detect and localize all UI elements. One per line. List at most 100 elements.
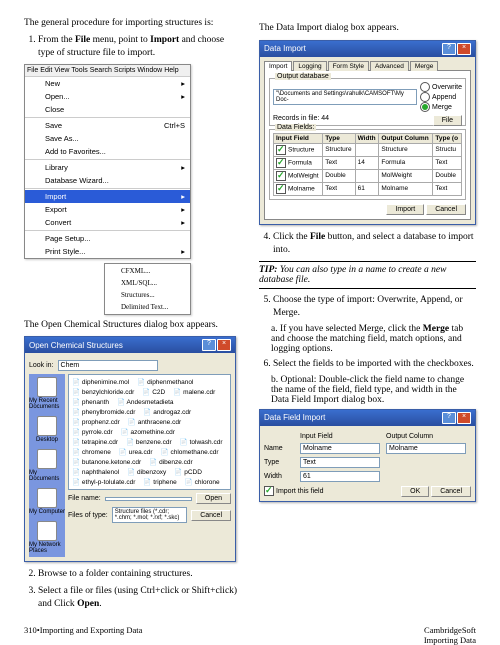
dfi-inname[interactable]: Molname: [300, 443, 380, 454]
file-item[interactable]: 📄 benzene.cdr: [126, 438, 172, 446]
menu-addfav[interactable]: Add to Favorites...: [25, 145, 190, 158]
sub-xmlsql[interactable]: XML/SQL...: [105, 277, 190, 289]
places-desktop[interactable]: Desktop: [36, 416, 58, 443]
table-row[interactable]: StructureStructureStructureStructu: [274, 143, 462, 156]
sub-cfxml[interactable]: CFXML...: [105, 265, 190, 277]
file-item[interactable]: 📄 urea.cdr: [119, 448, 153, 456]
tip: TIP: You can also type in a name to crea…: [259, 261, 476, 289]
dfi-type[interactable]: Text: [300, 457, 380, 468]
file-item[interactable]: 📄 phenylbromide.cdr: [72, 408, 135, 416]
menu-pagesetup[interactable]: Page Setup...: [25, 232, 190, 245]
file-item[interactable]: 📄 pyrrole.cdr: [72, 428, 113, 436]
tab-formstyle[interactable]: Form Style: [328, 61, 369, 71]
dimp-title: Data Import: [264, 44, 306, 53]
step-2: Browse to a folder containing structures…: [38, 568, 241, 581]
close-icon[interactable]: ×: [217, 339, 231, 351]
step-3: Select a file or files (using Ctrl+click…: [38, 585, 241, 611]
open-cancel-button[interactable]: Cancel: [191, 510, 231, 521]
file-menu: FileEditViewToolsSearchScriptsWindowHelp…: [24, 64, 191, 259]
tab-import[interactable]: Import: [264, 61, 292, 71]
menu-close[interactable]: Close: [25, 103, 190, 116]
filename-field[interactable]: [105, 497, 192, 501]
table-row[interactable]: FormulaText14FormulaText: [274, 156, 462, 169]
menu-library[interactable]: Library▸: [25, 161, 190, 174]
file-item[interactable]: 📄 butanone.ketone.cdr: [72, 458, 141, 466]
tab-merge[interactable]: Merge: [410, 61, 438, 71]
file-item[interactable]: 📄 C2D: [142, 388, 165, 396]
file-item[interactable]: 📄 diphenimine.mol: [72, 378, 129, 386]
file-item[interactable]: 📄 ethyl-p-tolulate.cdr: [72, 478, 135, 486]
help-icon[interactable]: ?: [202, 339, 216, 351]
file-item[interactable]: 📄 diphenmethanol: [137, 378, 193, 386]
import-mode-radios: Overwrite Append Merge: [420, 82, 462, 112]
file-item[interactable]: 📄 pCDD: [174, 468, 202, 476]
places-recent[interactable]: My Recent Documents: [29, 377, 65, 410]
menu-dbwizard[interactable]: Database Wizard...: [25, 174, 190, 187]
dimp-close-icon[interactable]: ×: [457, 43, 471, 55]
file-button[interactable]: File: [433, 115, 462, 126]
open-button[interactable]: Open: [196, 493, 231, 504]
dfi-outname[interactable]: Molname: [386, 443, 466, 454]
dimp-cancel-button[interactable]: Cancel: [426, 204, 466, 215]
caption-open: The Open Chemical Structures dialog box …: [24, 319, 241, 332]
dfi-title: Data Field Import: [264, 413, 325, 422]
dfi-width[interactable]: 61: [300, 471, 380, 482]
file-item[interactable]: 📄 naphthalenol: [72, 468, 119, 476]
file-item[interactable]: 📄 dibenze.cdr: [149, 458, 193, 466]
file-item[interactable]: 📄 Andesmetadieta: [117, 398, 174, 406]
file-item[interactable]: 📄 benzylchloride.cdr: [72, 388, 134, 396]
menu-export[interactable]: Export▸: [25, 203, 190, 216]
import-field-checkbox[interactable]: [264, 486, 274, 496]
dfi-help-icon[interactable]: ?: [442, 412, 456, 424]
footer-left: 310•Importing and Exporting Data: [24, 625, 142, 645]
radio-overwrite[interactable]: [420, 82, 430, 92]
dfi-ok-button[interactable]: OK: [401, 486, 429, 497]
menu-open[interactable]: Open...▸: [25, 90, 190, 103]
file-item[interactable]: 📄 chlorone: [185, 478, 220, 486]
file-item[interactable]: 📄 prophenz.cdr: [72, 418, 120, 426]
open-dialog: Open Chemical Structures ?× Look in: Che…: [24, 336, 236, 562]
places-bar: My Recent Documents Desktop My Documents…: [29, 374, 65, 557]
table-row[interactable]: MolWeightDoubleMolWeightDouble: [274, 169, 462, 182]
outputdb-field[interactable]: "\Documents and Settings\rahulk\CAMSOFT\…: [273, 89, 417, 105]
file-item[interactable]: 📄 tetrapine.cdr: [72, 438, 118, 446]
filetype-field[interactable]: Structure files (*.cdr; *.chm; *.mol; *.…: [112, 507, 188, 523]
radio-append[interactable]: [420, 92, 430, 102]
menu-save[interactable]: SaveCtrl+S: [25, 119, 190, 132]
dimp-help-icon[interactable]: ?: [442, 43, 456, 55]
tab-advanced[interactable]: Advanced: [370, 61, 409, 71]
import-submenu: CFXML... XML/SQL... Structures... Delimi…: [104, 263, 191, 315]
table-row[interactable]: MolnameText61MolnameText: [274, 182, 462, 195]
file-item[interactable]: 📄 azomethine.cdr: [121, 428, 175, 436]
lookin-field[interactable]: Chem: [58, 360, 158, 371]
import-button[interactable]: Import: [386, 204, 424, 215]
step-4: Click the File button, and select a data…: [273, 231, 476, 257]
places-network[interactable]: My Network Places: [29, 521, 65, 554]
open-title: Open Chemical Structures: [29, 341, 123, 350]
file-item[interactable]: 📄 anthracene.cdr: [128, 418, 181, 426]
lookin-label: Look in:: [29, 362, 54, 369]
file-item[interactable]: 📄 chromene: [72, 448, 111, 456]
dfi-cancel-button[interactable]: Cancel: [431, 486, 471, 497]
data-import-dialog: Data Import ?× Import Logging Form Style…: [259, 40, 476, 225]
tab-logging[interactable]: Logging: [293, 61, 326, 71]
places-computer[interactable]: My Computer: [29, 488, 65, 515]
menu-saveas[interactable]: Save As...: [25, 132, 190, 145]
radio-merge[interactable]: [420, 102, 430, 112]
file-list[interactable]: 📄 diphenimine.mol 📄 diphenmethanol📄 benzy…: [68, 374, 231, 490]
file-item[interactable]: 📄 tolwash.cdr: [180, 438, 223, 446]
menu-new[interactable]: New▸: [25, 77, 190, 90]
file-item[interactable]: 📄 triphene: [143, 478, 176, 486]
file-item[interactable]: 📄 dibenzoxy: [127, 468, 166, 476]
file-item[interactable]: 📄 malene.cdr: [173, 388, 215, 396]
places-docs[interactable]: My Documents: [29, 449, 65, 482]
sub-structures[interactable]: Structures...: [105, 289, 190, 301]
file-item[interactable]: 📄 phenanth: [72, 398, 109, 406]
menu-import[interactable]: Import▸: [25, 190, 190, 203]
file-item[interactable]: 📄 androgaz.cdr: [143, 408, 191, 416]
file-item[interactable]: 📄 chlomethane.cdr: [161, 448, 219, 456]
menu-convert[interactable]: Convert▸: [25, 216, 190, 229]
dfi-close-icon[interactable]: ×: [457, 412, 471, 424]
sub-delimited[interactable]: Delimited Text...: [105, 301, 190, 313]
menu-printstyle[interactable]: Print Style...▸: [25, 245, 190, 258]
